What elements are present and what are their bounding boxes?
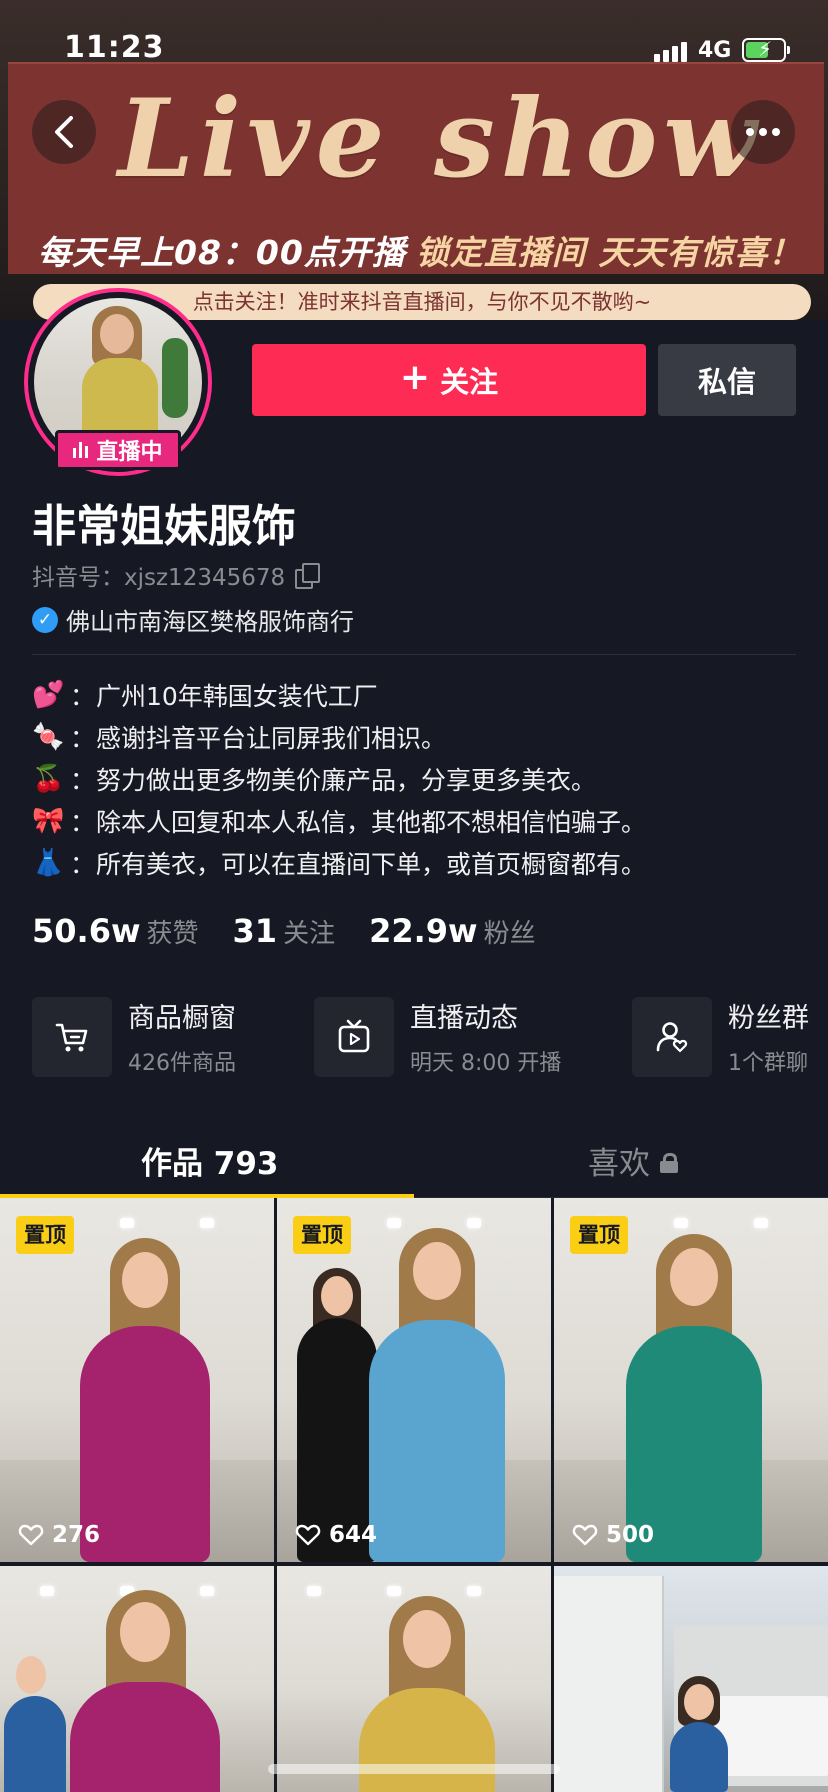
video-thumbnail bbox=[60, 1238, 230, 1562]
video-tile[interactable]: 置顶 276 bbox=[0, 1198, 274, 1562]
dress-emoji-icon: 👗 bbox=[32, 848, 65, 878]
stat-likes-label[interactable]: 获赞 bbox=[147, 913, 199, 950]
battery-icon: ⚡ bbox=[742, 37, 790, 62]
douyin-id-row: 抖音号：xjsz12345678 bbox=[32, 558, 321, 592]
heart-outline-icon bbox=[572, 1524, 598, 1546]
candy-emoji-icon: 🍬 bbox=[32, 722, 65, 752]
content-tabs: 作品 793 喜欢 bbox=[0, 1122, 828, 1198]
banner-headline-promo: 锁定直播间 天天有惊喜！ bbox=[415, 233, 803, 272]
nickname: 非常姐妹服饰 bbox=[32, 501, 296, 552]
video-thumbnail bbox=[664, 1676, 734, 1792]
stat-following-label[interactable]: 关注 bbox=[283, 913, 335, 950]
live-bars-icon bbox=[73, 442, 89, 458]
service-fans-group[interactable]: 粉丝群 1个群聊 bbox=[632, 996, 809, 1077]
service-subtitle: 1个群聊 bbox=[728, 1051, 808, 1076]
banner-panel: Live show 每天早上08：00点开播 锁定直播间 天天有惊喜！ 点击关注！… bbox=[8, 62, 824, 320]
video-grid: 置顶 276 置顶 644 置顶 500 bbox=[0, 1198, 828, 1792]
bio-text: 广州10年韩国女装代工厂 bbox=[96, 682, 378, 711]
verified-name: 佛山市南海区樊格服饰商行 bbox=[66, 608, 354, 636]
video-tile[interactable] bbox=[554, 1566, 828, 1792]
message-label: 私信 bbox=[697, 365, 756, 399]
verified-check-icon: ✓ bbox=[32, 606, 58, 633]
video-tile[interactable]: 置顶 644 bbox=[277, 1198, 551, 1562]
stat-followers-count[interactable]: 22.9w bbox=[369, 912, 478, 950]
video-thumbnail bbox=[337, 1596, 517, 1792]
back-button[interactable] bbox=[32, 100, 96, 164]
live-badge-label: 直播中 bbox=[96, 440, 163, 465]
lock-icon bbox=[660, 1152, 678, 1173]
video-likes-count: 276 bbox=[52, 1522, 101, 1548]
copy-icon[interactable] bbox=[295, 563, 321, 589]
video-thumbnail bbox=[604, 1234, 784, 1562]
bio-line: 👗：所有美衣，可以在直播间下单，或首页橱窗都有。 bbox=[32, 842, 802, 884]
tab-likes-label: 喜欢 bbox=[588, 1146, 650, 1182]
pinned-badge: 置顶 bbox=[16, 1216, 74, 1254]
service-live-schedule[interactable]: 直播动态 明天 8:00 开播 bbox=[314, 996, 561, 1077]
service-shop-window[interactable]: 商品橱窗 426件商品 bbox=[32, 996, 236, 1077]
more-button[interactable] bbox=[731, 100, 795, 164]
heart-outline-icon bbox=[295, 1524, 321, 1546]
follow-label: 关注 bbox=[440, 365, 499, 399]
video-thumbnail bbox=[50, 1590, 240, 1792]
stat-following-count[interactable]: 31 bbox=[233, 912, 278, 950]
video-likes: 276 bbox=[18, 1522, 100, 1548]
ribbon-emoji-icon: 🎀 bbox=[32, 806, 65, 836]
message-button[interactable]: 私信 bbox=[658, 344, 796, 416]
service-title: 直播动态 bbox=[410, 1003, 518, 1034]
home-indicator bbox=[268, 1764, 560, 1774]
video-tile[interactable] bbox=[277, 1566, 551, 1792]
tab-likes[interactable]: 喜欢 bbox=[588, 1138, 678, 1183]
video-likes-count: 644 bbox=[329, 1522, 378, 1548]
video-tile[interactable]: 置顶 500 bbox=[554, 1198, 828, 1562]
bio-text: 除本人回复和本人私信，其他都不想相信怕骗子。 bbox=[96, 808, 647, 837]
tab-works-label: 作品 793 bbox=[141, 1146, 279, 1182]
plus-icon: + bbox=[399, 357, 431, 398]
pinned-badge: 置顶 bbox=[293, 1216, 351, 1254]
live-badge[interactable]: 直播中 bbox=[55, 430, 181, 470]
service-title: 粉丝群 bbox=[728, 1003, 809, 1034]
banner-headline: 每天早上08：00点开播 锁定直播间 天天有惊喜！ bbox=[38, 226, 808, 274]
follow-button[interactable]: + 关注 bbox=[252, 344, 646, 416]
divider bbox=[32, 654, 796, 655]
service-subtitle: 426件商品 bbox=[128, 1051, 236, 1076]
hearts-emoji-icon: 💕 bbox=[32, 680, 65, 710]
verification-row[interactable]: ✓ 佛山市南海区樊格服饰商行 bbox=[32, 602, 354, 637]
bio-line: 🍬：感谢抖音平台让同屏我们相识。 bbox=[32, 716, 802, 758]
bio-text: 感谢抖音平台让同屏我们相识。 bbox=[96, 724, 447, 753]
bio-line: 🎀：除本人回复和本人私信，其他都不想相信怕骗子。 bbox=[32, 800, 802, 842]
video-thumbnail bbox=[347, 1228, 527, 1562]
heart-outline-icon bbox=[18, 1524, 44, 1546]
pinned-badge: 置顶 bbox=[570, 1216, 628, 1254]
banner-script-title: Live show bbox=[118, 76, 763, 202]
banner-headline-schedule: 每天早上08：00点开播 bbox=[38, 233, 406, 272]
stat-likes-count[interactable]: 50.6w bbox=[32, 912, 141, 950]
douyin-id: 抖音号：xjsz12345678 bbox=[32, 565, 286, 591]
bio-line: 🍒：努力做出更多物美价廉产品，分享更多美衣。 bbox=[32, 758, 802, 800]
more-dots-icon bbox=[746, 128, 780, 136]
signal-icon bbox=[654, 40, 688, 62]
video-likes: 644 bbox=[295, 1522, 377, 1548]
chevron-left-icon bbox=[55, 116, 73, 148]
bio: 💕：广州10年韩国女装代工厂 🍬：感谢抖音平台让同屏我们相识。 🍒：努力做出更多… bbox=[32, 674, 802, 884]
tab-works[interactable]: 作品 793 bbox=[141, 1138, 279, 1183]
bio-line: 💕：广州10年韩国女装代工厂 bbox=[32, 674, 802, 716]
fans-group-icon bbox=[632, 996, 712, 1077]
video-likes: 500 bbox=[572, 1522, 654, 1548]
video-tile[interactable] bbox=[0, 1566, 274, 1792]
stats-row: 50.6w 获赞 31 关注 22.9w 粉丝 bbox=[32, 912, 570, 950]
bio-text: 努力做出更多物美价廉产品，分享更多美衣。 bbox=[96, 766, 597, 795]
cart-icon bbox=[32, 996, 112, 1077]
service-title: 商品橱窗 bbox=[128, 1003, 236, 1034]
status-time: 11:23 bbox=[64, 30, 165, 65]
cherry-emoji-icon: 🍒 bbox=[32, 764, 65, 794]
bio-text: 所有美衣，可以在直播间下单，或首页橱窗都有。 bbox=[96, 850, 647, 879]
network-label: 4G bbox=[698, 38, 732, 63]
tv-play-icon bbox=[314, 996, 394, 1077]
video-likes-count: 500 bbox=[606, 1522, 655, 1548]
service-subtitle: 明天 8:00 开播 bbox=[410, 1051, 562, 1076]
stat-followers-label[interactable]: 粉丝 bbox=[484, 913, 536, 950]
